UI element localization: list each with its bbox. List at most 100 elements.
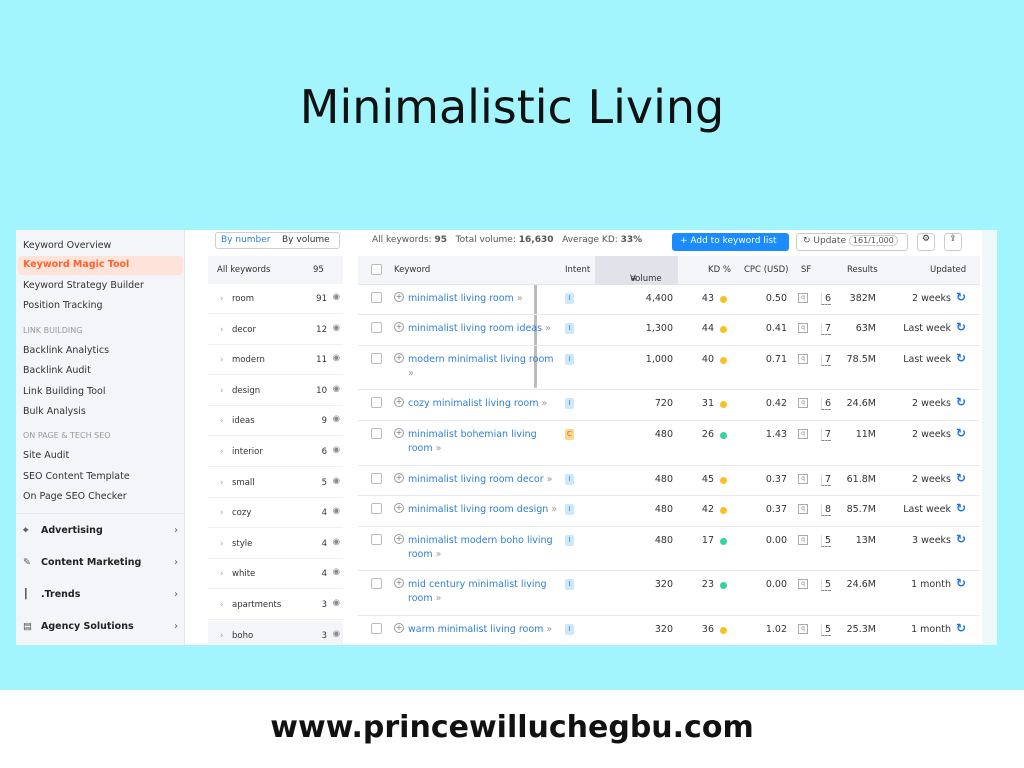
keyword-link[interactable]: warm minimalist living room » bbox=[408, 623, 558, 637]
keyword-group-item[interactable]: › room 91 ◉ bbox=[208, 284, 343, 314]
refresh-icon[interactable]: ↻ bbox=[956, 621, 966, 635]
keyword-link[interactable]: minimalist living room decor » bbox=[408, 473, 558, 487]
keyword-link[interactable]: minimalist living room design » bbox=[408, 503, 558, 517]
open-arrows-icon[interactable]: » bbox=[538, 398, 547, 409]
eye-icon[interactable]: ◉ bbox=[333, 567, 340, 577]
refresh-icon[interactable]: ↻ bbox=[956, 532, 966, 546]
keyword-group-item[interactable]: › cozy 4 ◉ bbox=[208, 498, 343, 529]
sf-count[interactable]: 6 bbox=[821, 293, 832, 305]
col-updated[interactable]: Updated bbox=[930, 265, 966, 275]
eye-icon[interactable]: ◉ bbox=[333, 353, 340, 363]
serp-features-icon[interactable]: q bbox=[798, 354, 808, 364]
sidebar-item[interactable]: Keyword Magic Tool bbox=[18, 256, 183, 275]
keyword-group-item[interactable]: › boho 3 ◉ bbox=[208, 620, 343, 645]
sidebar-item[interactable]: Link Building Tool bbox=[23, 386, 106, 397]
open-arrows-icon[interactable]: » bbox=[433, 443, 442, 454]
refresh-icon[interactable]: ↻ bbox=[956, 290, 966, 304]
sf-count[interactable]: 7 bbox=[821, 429, 832, 441]
col-intent[interactable]: Intent bbox=[565, 265, 590, 275]
row-checkbox[interactable] bbox=[371, 428, 382, 439]
sf-count[interactable]: 5 bbox=[821, 624, 832, 636]
refresh-icon[interactable]: ↻ bbox=[956, 351, 966, 365]
sf-count[interactable]: 5 bbox=[821, 579, 832, 591]
serp-features-icon[interactable]: q bbox=[798, 504, 808, 514]
sidebar-item[interactable]: Position Tracking bbox=[23, 300, 103, 311]
eye-icon[interactable]: ◉ bbox=[333, 506, 340, 516]
keyword-group-item[interactable]: › decor 12 ◉ bbox=[208, 315, 343, 345]
refresh-icon[interactable]: ↻ bbox=[956, 471, 966, 485]
add-keyword-icon[interactable]: + bbox=[394, 322, 404, 332]
add-to-keyword-list-button[interactable]: + Add to keyword list bbox=[672, 233, 789, 251]
add-keyword-icon[interactable]: + bbox=[394, 578, 404, 588]
add-keyword-icon[interactable]: + bbox=[394, 503, 404, 513]
col-keyword[interactable]: Keyword bbox=[394, 265, 430, 275]
row-checkbox[interactable] bbox=[371, 623, 382, 634]
keyword-group-item[interactable]: › interior 6 ◉ bbox=[208, 437, 343, 467]
sidebar-item[interactable]: Keyword Strategy Builder bbox=[23, 280, 144, 291]
settings-icon[interactable]: ⚙ bbox=[917, 233, 935, 251]
open-arrows-icon[interactable]: » bbox=[543, 624, 552, 635]
keyword-group-item[interactable]: › small 5 ◉ bbox=[208, 468, 343, 498]
keyword-link[interactable]: mid century minimalist living room » bbox=[408, 578, 558, 606]
add-keyword-icon[interactable]: + bbox=[394, 473, 404, 483]
eye-icon[interactable]: ◉ bbox=[333, 445, 340, 455]
col-cpc[interactable]: CPC (USD) bbox=[744, 265, 789, 275]
open-arrows-icon[interactable]: » bbox=[544, 474, 553, 485]
sf-count[interactable]: 7 bbox=[821, 354, 832, 366]
row-checkbox[interactable] bbox=[371, 578, 382, 589]
row-checkbox[interactable] bbox=[371, 322, 382, 333]
open-arrows-icon[interactable]: » bbox=[514, 293, 523, 304]
eye-icon[interactable]: ◉ bbox=[333, 323, 340, 333]
serp-features-icon[interactable]: q bbox=[798, 474, 808, 484]
refresh-icon[interactable]: ↻ bbox=[956, 320, 966, 334]
sidebar-item[interactable]: Backlink Analytics bbox=[23, 345, 109, 356]
open-arrows-icon[interactable]: » bbox=[433, 593, 442, 604]
keyword-link[interactable]: modern minimalist living room » bbox=[408, 353, 558, 381]
sf-count[interactable]: 7 bbox=[821, 323, 832, 335]
all-keywords-group[interactable]: All keywords 95 bbox=[208, 256, 343, 284]
sidebar-group-advertising[interactable]: ⌖ Advertising › bbox=[23, 525, 178, 536]
sidebar-group--trends[interactable]: ┃ .Trends › bbox=[23, 589, 178, 600]
eye-icon[interactable]: ◉ bbox=[333, 292, 340, 302]
serp-features-icon[interactable]: q bbox=[798, 293, 808, 303]
add-keyword-icon[interactable]: + bbox=[394, 428, 404, 438]
row-checkbox[interactable] bbox=[371, 397, 382, 408]
sidebar-group-agency-solutions[interactable]: ▤ Agency Solutions › bbox=[23, 621, 178, 632]
update-button[interactable]: ↻ Update 161/1,000 bbox=[796, 233, 908, 251]
eye-icon[interactable]: ◉ bbox=[333, 384, 340, 394]
keyword-link[interactable]: minimalist living room » bbox=[408, 292, 558, 306]
sf-count[interactable]: 6 bbox=[821, 398, 832, 410]
add-keyword-icon[interactable]: + bbox=[394, 353, 404, 363]
col-results[interactable]: Results bbox=[847, 265, 878, 275]
sidebar-item[interactable]: Backlink Audit bbox=[23, 365, 91, 376]
serp-features-icon[interactable]: q bbox=[798, 398, 808, 408]
refresh-icon[interactable]: ↻ bbox=[956, 395, 966, 409]
sidebar-group-content-marketing[interactable]: ✎ Content Marketing › bbox=[23, 557, 178, 568]
open-arrows-icon[interactable]: » bbox=[433, 549, 442, 560]
col-sf[interactable]: SF bbox=[801, 265, 811, 275]
keyword-group-item[interactable]: › design 10 ◉ bbox=[208, 376, 343, 406]
sidebar-item[interactable]: Site Audit bbox=[23, 450, 69, 461]
row-checkbox[interactable] bbox=[371, 503, 382, 514]
add-keyword-icon[interactable]: + bbox=[394, 292, 404, 302]
sidebar-item[interactable]: SEO Content Template bbox=[23, 471, 130, 482]
keyword-link[interactable]: minimalist modern boho living room » bbox=[408, 534, 558, 562]
keyword-group-item[interactable]: › apartments 3 ◉ bbox=[208, 590, 343, 620]
eye-icon[interactable]: ◉ bbox=[333, 629, 340, 639]
row-checkbox[interactable] bbox=[371, 292, 382, 303]
row-checkbox[interactable] bbox=[371, 534, 382, 545]
keyword-group-item[interactable]: › style 4 ◉ bbox=[208, 529, 343, 559]
keyword-link[interactable]: cozy minimalist living room » bbox=[408, 397, 558, 411]
keyword-group-item[interactable]: › modern 11 ◉ bbox=[208, 345, 343, 376]
refresh-icon[interactable]: ↻ bbox=[956, 501, 966, 515]
add-keyword-icon[interactable]: + bbox=[394, 397, 404, 407]
row-checkbox[interactable] bbox=[371, 353, 382, 364]
open-arrows-icon[interactable]: » bbox=[408, 368, 414, 379]
sf-count[interactable]: 7 bbox=[821, 474, 832, 486]
keyword-group-item[interactable]: › white 4 ◉ bbox=[208, 559, 343, 590]
add-keyword-icon[interactable]: + bbox=[394, 534, 404, 544]
open-arrows-icon[interactable]: » bbox=[542, 323, 551, 334]
tab-by-volume[interactable]: By volume bbox=[282, 235, 330, 245]
open-arrows-icon[interactable]: » bbox=[548, 504, 557, 515]
export-icon[interactable]: ⇪ bbox=[944, 233, 962, 251]
